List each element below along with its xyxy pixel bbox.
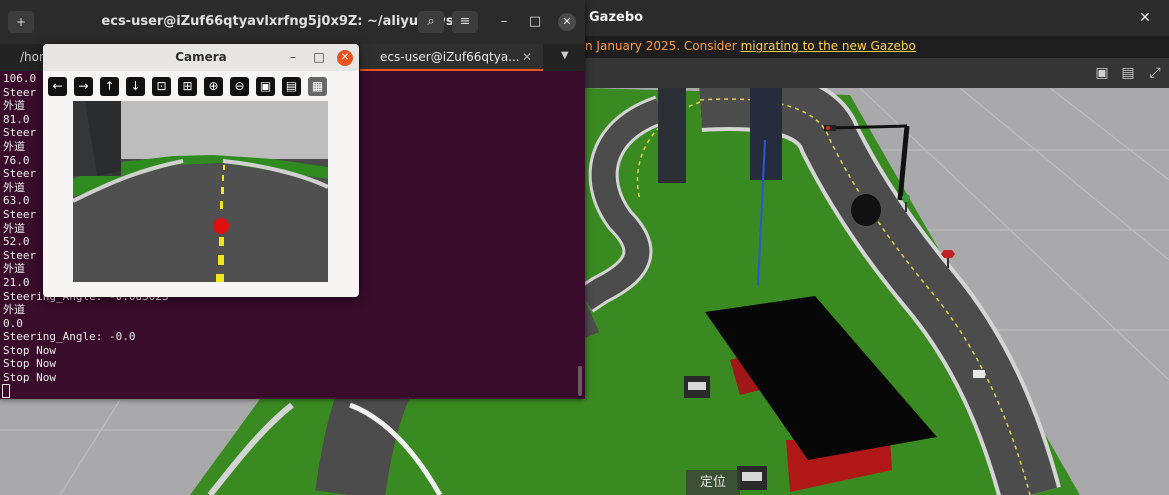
close-button[interactable]: ✕ [558, 13, 576, 31]
tab-close-icon[interactable]: ✕ [522, 50, 532, 64]
zoom-original-icon[interactable]: ⊞ [178, 77, 197, 96]
pan-down-icon[interactable]: ↓ [126, 77, 145, 96]
pan-left-icon[interactable]: ← [48, 77, 67, 96]
zoom-fit-icon[interactable]: ⊡ [152, 77, 171, 96]
terminal-titlebar: + ecs-user@iZuf66qtyavlxrfng5j0x9Z: ~/al… [0, 0, 585, 44]
hamburger-menu-icon[interactable]: ≡ [452, 11, 478, 33]
camera-window: Camera – □ ✕ ← → ↑ ↓ ⊡ ⊞ ⊕ ⊖ ▣ ▤ ▦ [43, 44, 359, 297]
gazebo-title: Gazebo [589, 10, 644, 25]
record-icon[interactable]: ▤ [1118, 64, 1138, 82]
minimize-button[interactable]: – [494, 12, 514, 32]
maximize-button[interactable]: □ [525, 12, 545, 32]
gazebo-close-button[interactable]: ✕ [1135, 8, 1155, 28]
tab-menu-icon[interactable]: ▼ [561, 50, 569, 61]
zoom-in-icon[interactable]: ⊕ [204, 77, 223, 96]
camera-close-button[interactable]: ✕ [337, 50, 353, 66]
notice-text: n January 2025. Consider [585, 39, 741, 53]
pan-right-icon[interactable]: → [74, 77, 93, 96]
settings-icon[interactable]: ▦ [308, 77, 327, 96]
terminal-scrollbar[interactable] [578, 366, 582, 396]
terminal-cursor [2, 384, 10, 398]
camera-maximize-button[interactable]: □ [311, 49, 327, 65]
camera-icon[interactable]: ▣ [1092, 64, 1112, 82]
camera-image [73, 101, 328, 282]
locate-button[interactable]: 定位 [686, 470, 740, 495]
expand-icon[interactable]: ⤢ [1145, 64, 1165, 82]
camera-minimize-button[interactable]: – [285, 49, 301, 65]
pan-up-icon[interactable]: ↑ [100, 77, 119, 96]
copy-icon[interactable]: ▤ [282, 77, 301, 96]
save-icon[interactable]: ▣ [256, 77, 275, 96]
migration-link[interactable]: migrating to the new Gazebo [741, 39, 916, 53]
search-icon[interactable]: ⌕ [418, 11, 444, 33]
zoom-out-icon[interactable]: ⊖ [230, 77, 249, 96]
terminal-tab-2[interactable]: ecs-user@iZuf66qtya... [360, 44, 543, 71]
camera-titlebar: Camera – □ ✕ [43, 44, 359, 71]
